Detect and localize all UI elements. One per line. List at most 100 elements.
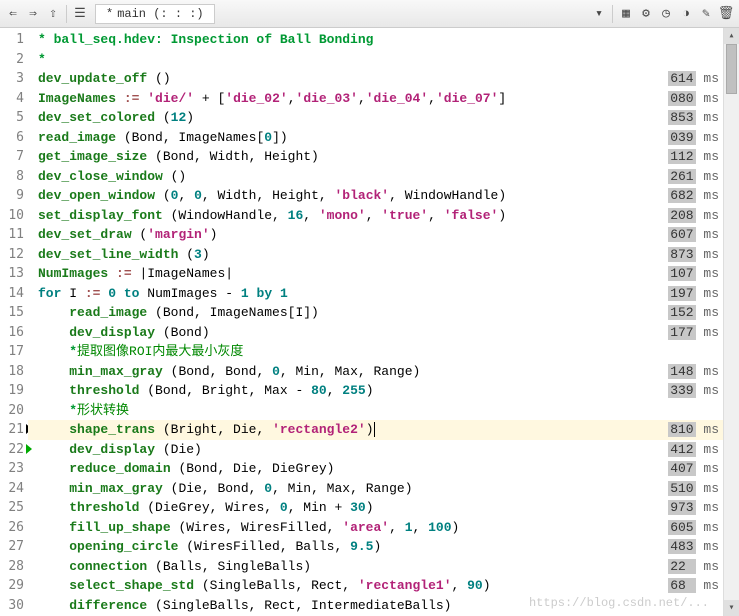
code-line[interactable]: NumImages := |ImageNames|107 ms — [28, 264, 739, 284]
tool-icon-6[interactable]: 🗑 — [717, 5, 735, 23]
line-number: 20 — [0, 401, 24, 421]
code-area[interactable]: * ball_seq.hdev: Inspection of Ball Bond… — [28, 28, 739, 616]
tool-icon-2[interactable]: ⚙ — [637, 5, 655, 23]
up-icon[interactable]: ⇧ — [44, 5, 62, 23]
separator — [612, 5, 613, 23]
dirty-indicator: * — [106, 7, 113, 21]
code-line[interactable]: dev_close_window ()261 ms — [28, 167, 739, 187]
code-line[interactable]: *形状转换 — [28, 401, 739, 421]
line-number: 4 — [0, 89, 24, 109]
execution-time: 080 ms — [668, 89, 719, 109]
fold-icon[interactable]: ☰ — [71, 5, 89, 23]
line-number: 9 — [0, 186, 24, 206]
line-number: 16 — [0, 323, 24, 343]
execution-time: 607 ms — [668, 225, 719, 245]
code-line[interactable]: dev_display (Bond)177 ms — [28, 323, 739, 343]
execution-time: 605 ms — [668, 518, 719, 538]
tool-icon-1[interactable]: ▦ — [617, 5, 635, 23]
line-number: 18 — [0, 362, 24, 382]
code-editor[interactable]: 1234567891011121314151617181920212223242… — [0, 28, 739, 616]
code-line[interactable]: reduce_domain (Bond, Die, DieGrey)407 ms — [28, 459, 739, 479]
code-line[interactable]: read_image (Bond, ImageNames[0])039 ms — [28, 128, 739, 148]
code-line[interactable]: threshold (Bond, Bright, Max - 80, 255)3… — [28, 381, 739, 401]
line-number: 10 — [0, 206, 24, 226]
code-line[interactable]: connection (Balls, SingleBalls)22 ms — [28, 557, 739, 577]
line-number: 1 — [0, 30, 24, 50]
tool-icon-5[interactable]: ✎ — [697, 5, 715, 23]
code-line[interactable]: ImageNames := 'die/' + ['die_02','die_03… — [28, 89, 739, 109]
line-number: 23 — [0, 459, 24, 479]
scroll-up-icon[interactable]: ▴ — [724, 28, 739, 44]
line-number: 19 — [0, 381, 24, 401]
execution-time: 510 ms — [668, 479, 719, 499]
execution-time: 339 ms — [668, 381, 719, 401]
execution-time: 177 ms — [668, 323, 719, 343]
line-number: 6 — [0, 128, 24, 148]
line-number: 25 — [0, 498, 24, 518]
line-number: 11 — [0, 225, 24, 245]
code-line[interactable]: min_max_gray (Bond, Bond, 0, Min, Max, R… — [28, 362, 739, 382]
line-number: 28 — [0, 557, 24, 577]
dropdown-icon[interactable]: ▾ — [590, 5, 608, 23]
code-line[interactable]: * — [28, 50, 739, 70]
code-line[interactable]: get_image_size (Bond, Width, Height)112 … — [28, 147, 739, 167]
line-number: 7 — [0, 147, 24, 167]
execution-time: 682 ms — [668, 186, 719, 206]
code-line[interactable]: min_max_gray (Die, Bond, 0, Min, Max, Ra… — [28, 479, 739, 499]
code-line[interactable]: shape_trans (Bright, Die, 'rectangle2')8… — [28, 420, 739, 440]
execution-time: 853 ms — [668, 108, 719, 128]
execution-time: 407 ms — [668, 459, 719, 479]
line-number: 27 — [0, 537, 24, 557]
execution-time: 483 ms — [668, 537, 719, 557]
line-number: 17 — [0, 342, 24, 362]
line-number: 15 — [0, 303, 24, 323]
code-line[interactable]: threshold (DieGrey, Wires, 0, Min + 30)9… — [28, 498, 739, 518]
scrollbar-vertical[interactable]: ▴ ▾ — [723, 28, 739, 616]
line-number: 3 — [0, 69, 24, 89]
line-number: 14 — [0, 284, 24, 304]
code-line[interactable]: difference (SingleBalls, Rect, Intermedi… — [28, 596, 739, 616]
text-cursor — [374, 422, 375, 437]
tool-icon-4[interactable]: ◑ — [677, 5, 695, 23]
toolbar: ⇐ ⇒ ⇧ ☰ * main (: : :) ▾ ▦ ⚙ ◷ ◑ ✎ 🗑 — [0, 0, 739, 28]
code-line[interactable]: select_shape_std (SingleBalls, Rect, 're… — [28, 576, 739, 596]
code-line[interactable]: dev_set_line_width (3)873 ms — [28, 245, 739, 265]
code-line[interactable]: dev_set_draw ('margin')607 ms — [28, 225, 739, 245]
code-line[interactable]: *提取图像ROI内最大最小灰度 — [28, 342, 739, 362]
execution-time: 22 ms — [668, 557, 719, 577]
forward-icon[interactable]: ⇒ — [24, 5, 42, 23]
line-number-gutter: 1234567891011121314151617181920212223242… — [0, 28, 28, 616]
code-line[interactable]: dev_update_off ()614 ms — [28, 69, 739, 89]
back-icon[interactable]: ⇐ — [4, 5, 22, 23]
line-number: 24 — [0, 479, 24, 499]
tool-icon-3[interactable]: ◷ — [657, 5, 675, 23]
line-number: 2 — [0, 50, 24, 70]
line-number: 12 — [0, 245, 24, 265]
code-line[interactable]: opening_circle (WiresFilled, Balls, 9.5)… — [28, 537, 739, 557]
execution-time: 412 ms — [668, 440, 719, 460]
execution-time: 614 ms — [668, 69, 719, 89]
scroll-thumb[interactable] — [726, 44, 737, 94]
code-line[interactable]: dev_set_colored (12)853 ms — [28, 108, 739, 128]
line-number: 13 — [0, 264, 24, 284]
execution-time: 810 ms — [668, 420, 719, 440]
code-line[interactable]: read_image (Bond, ImageNames[I])152 ms — [28, 303, 739, 323]
editor-tab[interactable]: * main (: : :) — [95, 4, 215, 24]
execution-time: 973 ms — [668, 498, 719, 518]
code-line[interactable]: dev_display (Die)412 ms — [28, 440, 739, 460]
line-number: 22 — [0, 440, 24, 460]
code-line[interactable]: set_display_font (WindowHandle, 16, 'mon… — [28, 206, 739, 226]
code-line[interactable]: for I := 0 to NumImages - 1 by 1197 ms — [28, 284, 739, 304]
tab-label: main (: : :) — [117, 7, 203, 21]
scroll-down-icon[interactable]: ▾ — [724, 600, 739, 616]
code-line[interactable]: * ball_seq.hdev: Inspection of Ball Bond… — [28, 30, 739, 50]
line-number: 21 — [0, 420, 24, 440]
execution-time: 112 ms — [668, 147, 719, 167]
code-line[interactable]: fill_up_shape (Wires, WiresFilled, 'area… — [28, 518, 739, 538]
execution-time: 873 ms — [668, 245, 719, 265]
execution-time: 148 ms — [668, 362, 719, 382]
separator — [66, 5, 67, 23]
code-line[interactable]: dev_open_window (0, 0, Width, Height, 'b… — [28, 186, 739, 206]
execution-time: 208 ms — [668, 206, 719, 226]
execution-time: 107 ms — [668, 264, 719, 284]
